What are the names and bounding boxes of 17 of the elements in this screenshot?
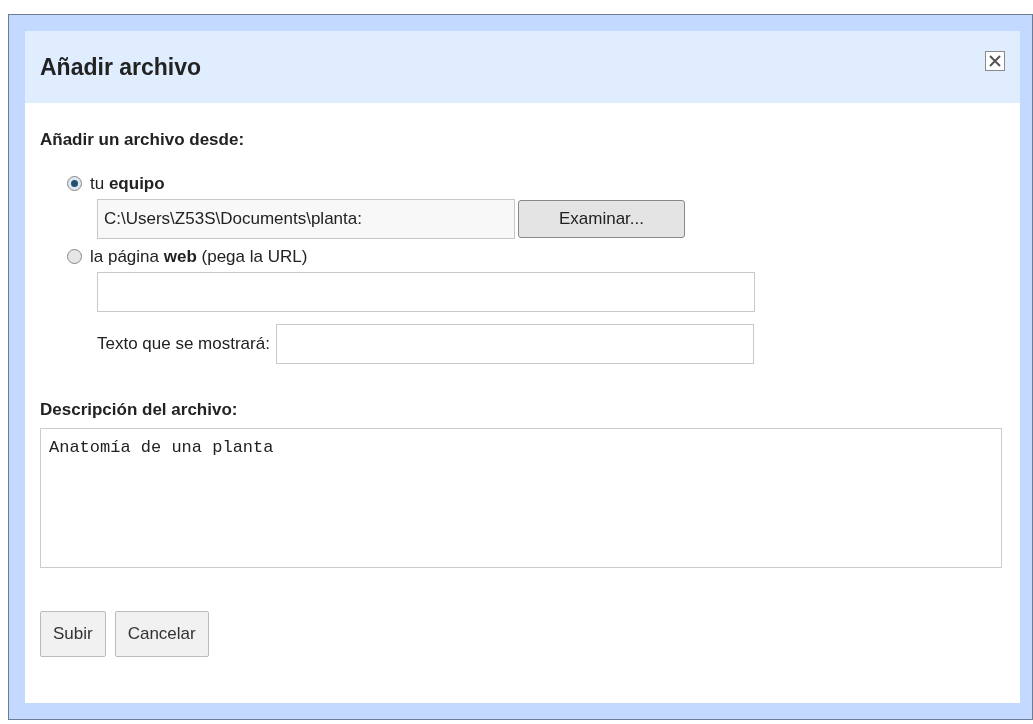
section-heading: Descripción del archivo: xyxy=(40,398,239,421)
close-button[interactable] xyxy=(985,51,1005,71)
upload-button[interactable]: Subir xyxy=(40,611,106,657)
file-path-field[interactable]: C:\Users\Z53S\Documents\planta: xyxy=(97,198,515,239)
close-icon xyxy=(989,55,1001,67)
browse-button[interactable]: Examinar... xyxy=(518,199,685,238)
field-label: Texto que se mostrará: xyxy=(97,332,270,355)
radio-button[interactable] xyxy=(67,176,82,191)
radio-button[interactable] xyxy=(67,249,82,264)
dialog-title: Añadir archivo xyxy=(40,52,202,82)
radio-label[interactable]: tu equipo xyxy=(90,170,165,197)
section-heading: Añadir un archivo desde: xyxy=(40,129,246,151)
cancel-button[interactable]: Cancelar xyxy=(114,611,209,657)
radio-label[interactable]: la página web (pega la URL) xyxy=(90,243,308,270)
url-field[interactable] xyxy=(97,271,755,312)
display-text-field[interactable] xyxy=(275,323,754,364)
description-field[interactable]: Anatomía de una planta xyxy=(40,428,1002,568)
